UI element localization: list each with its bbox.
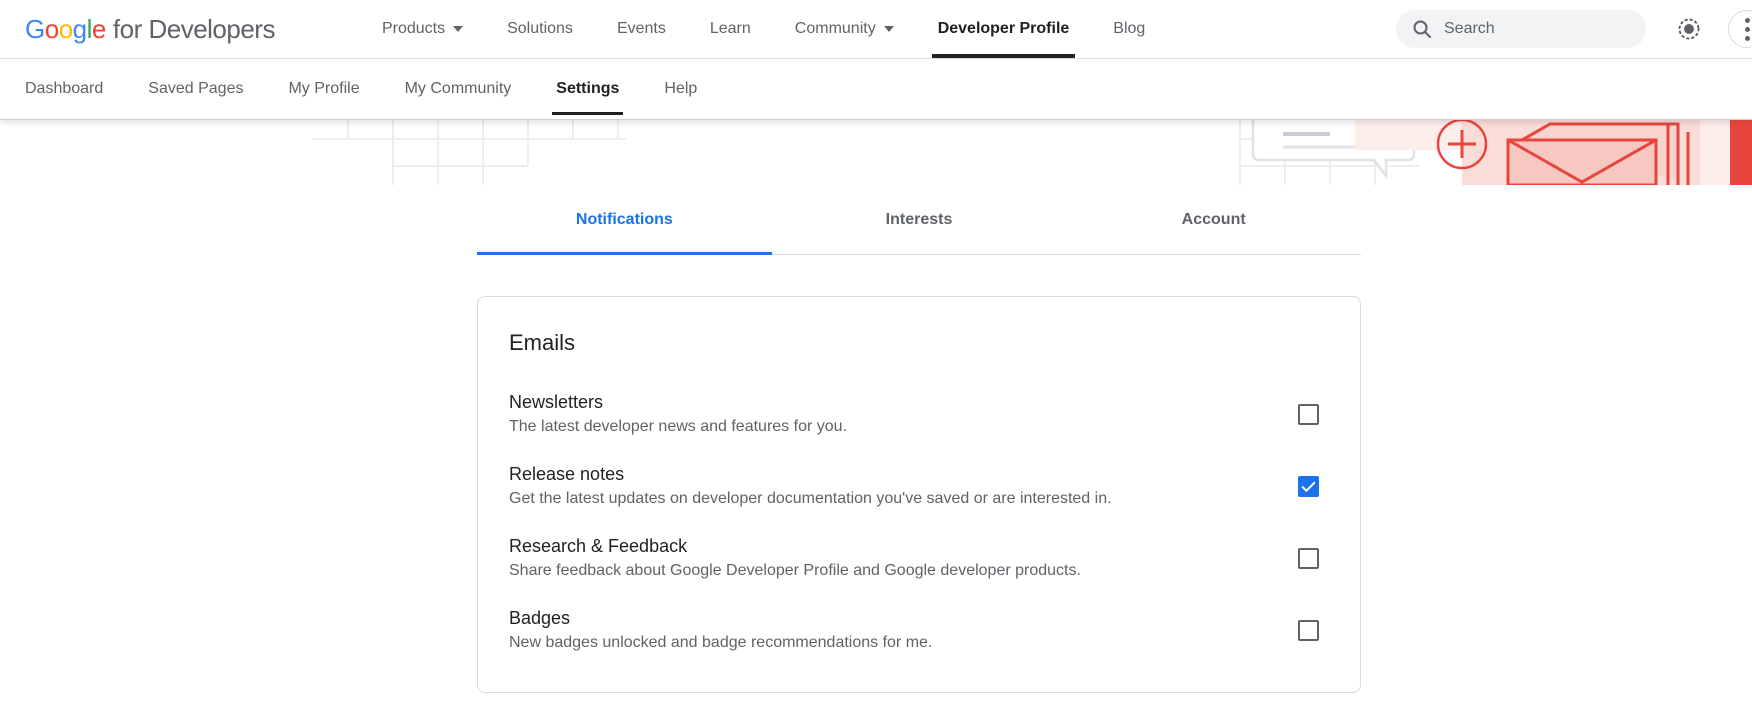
subnav-help[interactable]: Help — [664, 59, 697, 119]
nav-products-label: Products — [382, 20, 445, 38]
row-text: Newsletters The latest developer news an… — [509, 392, 847, 436]
kebab-menu-icon — [1745, 36, 1750, 41]
subnav-dashboard[interactable]: Dashboard — [25, 59, 103, 119]
logo-letter: o — [45, 14, 59, 44]
nav-learn[interactable]: Learn — [688, 0, 773, 58]
nav-community-label: Community — [795, 20, 876, 38]
emails-card-title: Emails — [509, 330, 1319, 356]
search-input[interactable] — [1444, 20, 1614, 38]
nav-learn-label: Learn — [710, 20, 751, 38]
row-title: Badges — [509, 608, 932, 629]
banner-line-art — [0, 120, 1752, 185]
row-description: New badges unlocked and badge recommenda… — [509, 634, 932, 652]
nav-products[interactable]: Products — [360, 0, 485, 58]
pink-block — [1700, 120, 1730, 185]
nav-solutions-label: Solutions — [507, 20, 573, 38]
row-title: Release notes — [509, 464, 1112, 485]
row-text: Research & Feedback Share feedback about… — [509, 536, 1081, 580]
row-description: Get the latest updates on developer docu… — [509, 490, 1112, 508]
row-title: Newsletters — [509, 392, 847, 413]
email-pref-row-newsletters: Newsletters The latest developer news an… — [509, 392, 1319, 436]
logo-letter: o — [59, 14, 73, 44]
row-text: Release notes Get the latest updates on … — [509, 464, 1112, 508]
email-pref-row-research-feedback: Research & Feedback Share feedback about… — [509, 536, 1319, 580]
logo-letter: e — [92, 14, 106, 44]
nav-events-label: Events — [617, 20, 666, 38]
logo-suffix: for Developers — [113, 14, 275, 44]
tab-notifications[interactable]: Notifications — [477, 185, 772, 254]
subnav-settings[interactable]: Settings — [556, 59, 619, 119]
logo-letter: G — [25, 14, 45, 44]
nav-solutions[interactable]: Solutions — [485, 0, 595, 58]
google-for-developers-logo[interactable]: Googlefor Developers — [25, 14, 275, 45]
email-pref-row-release-notes: Release notes Get the latest updates on … — [509, 464, 1319, 508]
top-navbar: Googlefor Developers Products Solutions … — [0, 0, 1752, 59]
red-edge-bar — [1730, 120, 1752, 185]
subnav-my-profile[interactable]: My Profile — [288, 59, 359, 119]
chevron-down-icon — [884, 26, 894, 32]
kebab-menu-icon — [1745, 27, 1750, 32]
brightness-icon — [1676, 16, 1702, 42]
email-pref-row-badges: Badges New badges unlocked and badge rec… — [509, 608, 1319, 652]
subnav-saved-pages[interactable]: Saved Pages — [148, 59, 243, 119]
research-feedback-checkbox[interactable] — [1298, 548, 1319, 569]
search-icon — [1412, 19, 1432, 39]
release-notes-checkbox[interactable] — [1298, 476, 1319, 497]
tab-interests[interactable]: Interests — [772, 185, 1067, 254]
subnav-my-community[interactable]: My Community — [405, 59, 512, 119]
decorative-header-banner — [0, 120, 1752, 185]
row-text: Badges New badges unlocked and badge rec… — [509, 608, 932, 652]
primary-nav-links: Products Solutions Events Learn Communit… — [360, 0, 1167, 58]
grid-illustration — [313, 120, 626, 185]
nav-developer-profile[interactable]: Developer Profile — [916, 0, 1092, 58]
nav-community[interactable]: Community — [773, 0, 916, 58]
chevron-down-icon — [453, 26, 463, 32]
brightness-toggle-button[interactable] — [1676, 16, 1702, 42]
logo-letter: g — [73, 14, 87, 44]
search-box[interactable] — [1396, 10, 1646, 48]
pink-block — [1355, 120, 1462, 150]
overflow-menu-button[interactable] — [1728, 10, 1752, 48]
tab-account[interactable]: Account — [1066, 185, 1361, 254]
settings-content: Notifications Interests Account Emails N… — [477, 185, 1361, 693]
row-description: Share feedback about Google Developer Pr… — [509, 562, 1081, 580]
row-title: Research & Feedback — [509, 536, 1081, 557]
newsletters-checkbox[interactable] — [1298, 404, 1319, 425]
nav-events[interactable]: Events — [595, 0, 688, 58]
badges-checkbox[interactable] — [1298, 620, 1319, 641]
nav-developer-profile-label: Developer Profile — [938, 20, 1070, 38]
row-description: The latest developer news and features f… — [509, 418, 847, 436]
nav-blog-label: Blog — [1113, 20, 1145, 38]
profile-subnav: Dashboard Saved Pages My Profile My Comm… — [0, 59, 1752, 120]
nav-blog[interactable]: Blog — [1091, 0, 1167, 58]
settings-tab-bar: Notifications Interests Account — [477, 185, 1361, 255]
kebab-menu-icon — [1745, 18, 1750, 23]
emails-card: Emails Newsletters The latest developer … — [477, 296, 1361, 693]
